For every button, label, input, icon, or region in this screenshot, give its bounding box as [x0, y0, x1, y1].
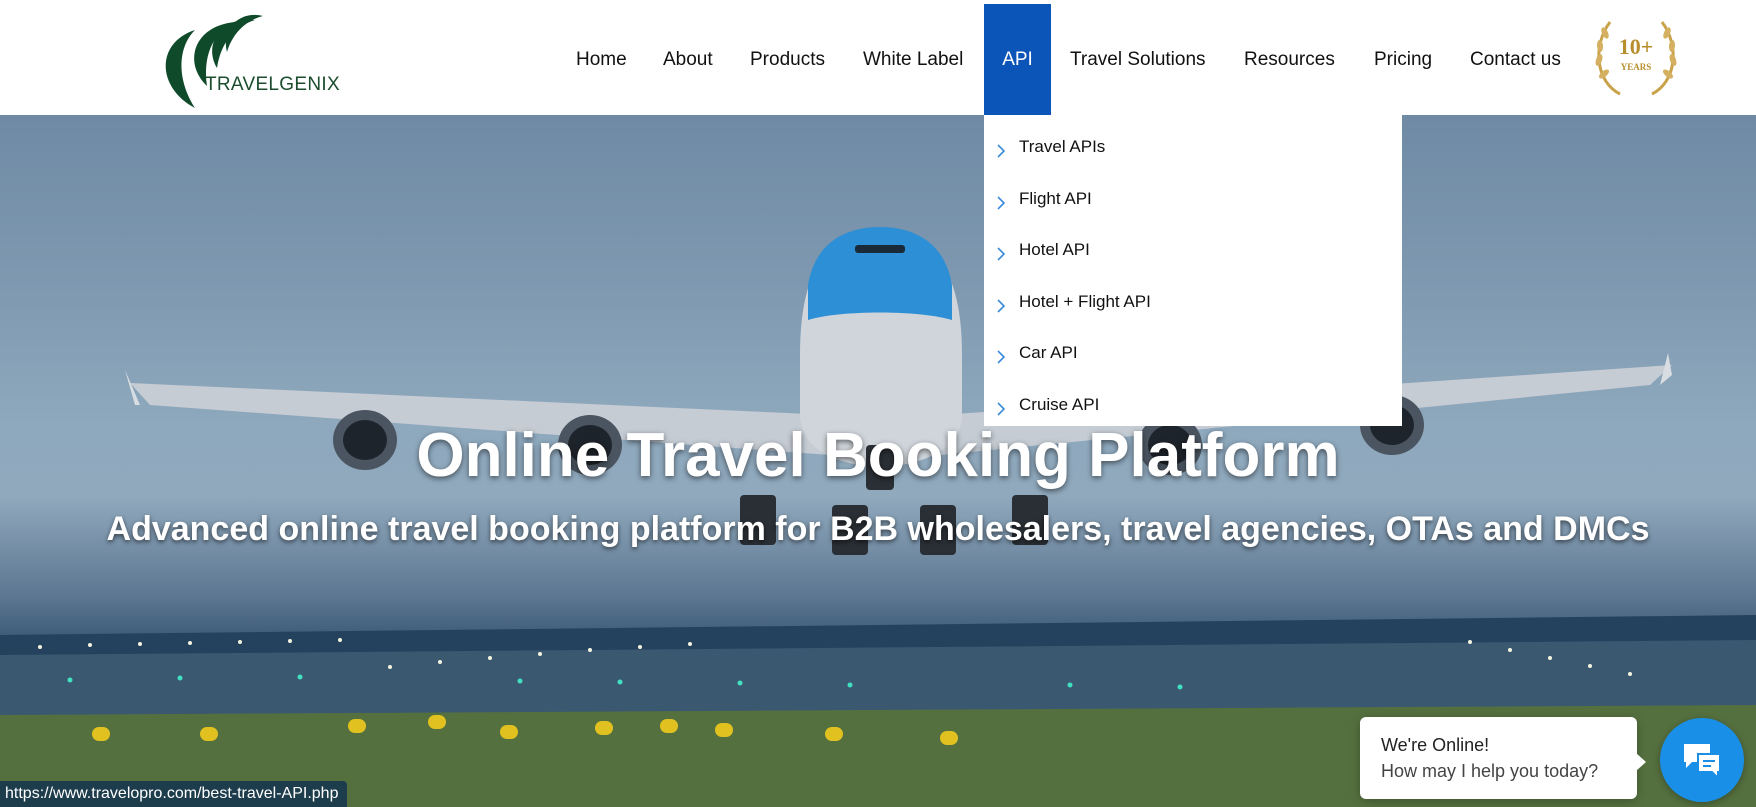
nav-item-home[interactable]: Home: [576, 4, 627, 115]
nav-item-products[interactable]: Products: [750, 4, 825, 115]
chevron-right-icon: [997, 196, 1006, 210]
chat-title: We're Online!: [1381, 735, 1490, 755]
status-bar-url: https://www.travelopro.com/best-travel-A…: [0, 781, 348, 807]
chat-launcher-button[interactable]: [1660, 718, 1744, 802]
dropdown-item-label: Travel APIs: [1019, 137, 1106, 156]
logo-swirl-icon: [165, 14, 263, 108]
dropdown-item-label: Hotel + Flight API: [1019, 292, 1151, 311]
hero-section: Online Travel Booking Platform Advanced …: [0, 115, 1756, 807]
chevron-right-icon: [997, 299, 1006, 313]
chat-icon: [1684, 744, 1721, 780]
nav-item-white-label[interactable]: White Label: [863, 4, 963, 115]
dropdown-item-travel-apis[interactable]: Travel APIs: [984, 126, 1402, 170]
dropdown-item-hotel-api[interactable]: Hotel API: [984, 229, 1402, 273]
chat-bubble-tail: [1636, 753, 1646, 771]
nav-item-api[interactable]: API: [984, 4, 1051, 115]
dropdown-item-label: Cruise API: [1019, 395, 1100, 414]
dropdown-item-label: Car API: [1019, 343, 1078, 362]
dropdown-item-hotel-flight-api[interactable]: Hotel + Flight API: [984, 281, 1402, 325]
chevron-right-icon: [997, 350, 1006, 364]
dropdown-item-car-api[interactable]: Car API: [984, 332, 1402, 376]
chat-greeting-bubble[interactable]: We're Online! How may I help you today?: [1360, 717, 1646, 799]
ten-years-badge: 10+ YEARS: [1590, 16, 1682, 100]
nav-item-resources[interactable]: Resources: [1244, 4, 1335, 115]
dropdown-item-flight-api[interactable]: Flight API: [984, 178, 1402, 222]
dropdown-item-label: Hotel API: [1019, 240, 1090, 259]
site-header: TRAVELGENIX Home About Products White La…: [0, 0, 1756, 115]
nav-item-about[interactable]: About: [663, 4, 713, 115]
brand-logo[interactable]: TRAVELGENIX: [155, 8, 345, 112]
api-dropdown-menu: Travel APIs Flight API Hotel API Hotel +…: [984, 115, 1402, 426]
hero-subtitle: Advanced online travel booking platform …: [106, 510, 1650, 548]
chevron-right-icon: [997, 247, 1006, 261]
nav-item-pricing[interactable]: Pricing: [1374, 4, 1432, 115]
nav-item-contact[interactable]: Contact us: [1470, 4, 1561, 115]
badge-years: YEARS: [1621, 62, 1652, 72]
dropdown-item-label: Flight API: [1019, 189, 1092, 208]
badge-number: 10+: [1619, 34, 1654, 59]
nav-item-travel-solutions[interactable]: Travel Solutions: [1070, 4, 1206, 115]
chat-subtitle: How may I help you today?: [1381, 761, 1599, 781]
dropdown-item-cruise-api[interactable]: Cruise API: [984, 384, 1402, 428]
hero-title: Online Travel Booking Platform: [416, 421, 1340, 490]
laurel-icon: 10+ YEARS: [1595, 21, 1677, 96]
brand-name: TRAVELGENIX: [205, 74, 340, 95]
chevron-right-icon: [997, 402, 1006, 416]
main-nav: Home About Products White Label API Trav…: [560, 4, 1591, 115]
chevron-right-icon: [997, 144, 1006, 158]
